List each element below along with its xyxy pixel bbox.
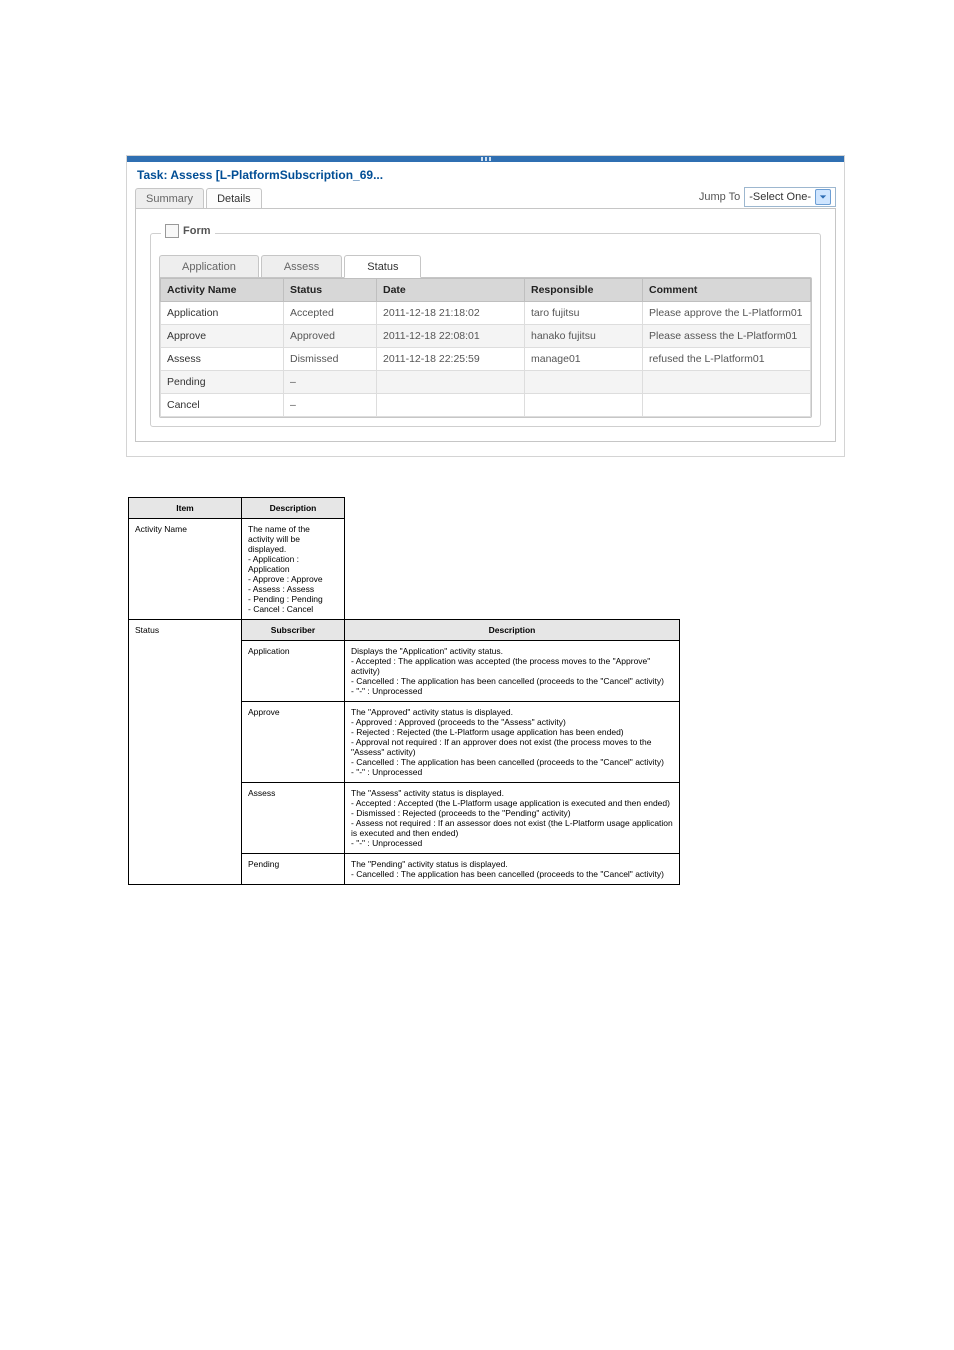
tab-details[interactable]: Details <box>206 188 262 208</box>
jump-to-value: -Select One- <box>749 191 811 203</box>
cell-activity: Approve <box>161 325 284 348</box>
table-row: Cancel– <box>161 394 811 417</box>
cell-responsible <box>525 371 643 394</box>
desc-th-desc: Description <box>242 498 345 519</box>
desc-sub-header-subscriber: Subscriber <box>242 620 345 641</box>
form-inner-tabs: Application Assess Status <box>159 254 812 277</box>
cell-status: – <box>284 371 377 394</box>
desc-sub-subscriber: Approve <box>242 702 345 783</box>
table-row: ApproveApproved2011-12-18 22:08:01hanako… <box>161 325 811 348</box>
desc-sub-description: Displays the "Application" activity stat… <box>345 641 680 702</box>
tab-assess[interactable]: Assess <box>261 255 342 277</box>
status-table: Activity Name Status Date Responsible Co… <box>160 278 811 417</box>
cell-activity: Assess <box>161 348 284 371</box>
details-pane: Form Application Assess Status Activity … <box>135 209 836 442</box>
cell-comment: Please assess the L-Platform01 <box>643 325 811 348</box>
tab-summary[interactable]: Summary <box>135 188 204 208</box>
desc-sub-description: The "Pending" activity status is display… <box>345 854 680 885</box>
th-status: Status <box>284 279 377 302</box>
window-grip-icon <box>475 157 497 161</box>
table-header-row: Activity Name Status Date Responsible Co… <box>161 279 811 302</box>
cell-date <box>377 371 525 394</box>
tab-application[interactable]: Application <box>159 255 259 277</box>
task-title: Task: Assess [L-PlatformSubscription_69.… <box>137 168 836 182</box>
desc-sub-description: The "Approved" activity status is displa… <box>345 702 680 783</box>
desc-sub-description: The "Assess" activity status is displaye… <box>345 783 680 854</box>
cell-date <box>377 394 525 417</box>
desc-description: The name of the activity will be display… <box>242 519 345 620</box>
cell-activity: Application <box>161 302 284 325</box>
table-row: AssessDismissed2011-12-18 22:25:59manage… <box>161 348 811 371</box>
form-group: Form Application Assess Status Activity … <box>150 233 821 427</box>
desc-sub-subscriber: Application <box>242 641 345 702</box>
cell-comment: refused the L-Platform01 <box>643 348 811 371</box>
cell-comment <box>643 371 811 394</box>
desc-header-row: Item Description <box>129 498 680 519</box>
desc-sub-subscriber: Pending <box>242 854 345 885</box>
cell-responsible <box>525 394 643 417</box>
form-legend: Form <box>161 224 215 238</box>
th-comment: Comment <box>643 279 811 302</box>
cell-status: – <box>284 394 377 417</box>
form-legend-text: Form <box>183 225 211 237</box>
desc-sub-header-description: Description <box>345 620 680 641</box>
description-table: Item Description Activity NameThe name o… <box>128 497 680 885</box>
status-pane: Activity Name Status Date Responsible Co… <box>159 277 812 418</box>
jump-to-select[interactable]: -Select One- <box>744 187 836 207</box>
cell-comment: Please approve the L-Platform01 <box>643 302 811 325</box>
cell-status: Accepted <box>284 302 377 325</box>
cell-activity: Pending <box>161 371 284 394</box>
cell-status: Approved <box>284 325 377 348</box>
tab-status[interactable]: Status <box>344 255 421 278</box>
cell-activity: Cancel <box>161 394 284 417</box>
th-activity-name: Activity Name <box>161 279 284 302</box>
cell-status: Dismissed <box>284 348 377 371</box>
form-icon <box>165 224 179 238</box>
cell-date: 2011-12-18 22:25:59 <box>377 348 525 371</box>
th-responsible: Responsible <box>525 279 643 302</box>
cell-comment <box>643 394 811 417</box>
chevron-down-icon <box>815 189 831 205</box>
cell-date: 2011-12-18 22:08:01 <box>377 325 525 348</box>
outer-tabs: Summary Details <box>135 186 264 208</box>
cell-responsible: hanako fujitsu <box>525 325 643 348</box>
window-top-bar <box>127 156 844 162</box>
cell-date: 2011-12-18 21:18:02 <box>377 302 525 325</box>
desc-sub-subscriber: Assess <box>242 783 345 854</box>
th-date: Date <box>377 279 525 302</box>
table-row: ApplicationAccepted2011-12-18 21:18:02ta… <box>161 302 811 325</box>
task-window: Task: Assess [L-PlatformSubscription_69.… <box>126 155 845 457</box>
cell-responsible: taro fujitsu <box>525 302 643 325</box>
desc-item: Status <box>129 620 242 885</box>
cell-responsible: manage01 <box>525 348 643 371</box>
jump-to-label: Jump To <box>699 191 740 203</box>
desc-item: Activity Name <box>129 519 242 620</box>
desc-row: StatusSubscriberDescription <box>129 620 680 641</box>
desc-row: Activity NameThe name of the activity wi… <box>129 519 680 620</box>
desc-th-item: Item <box>129 498 242 519</box>
table-row: Pending– <box>161 371 811 394</box>
